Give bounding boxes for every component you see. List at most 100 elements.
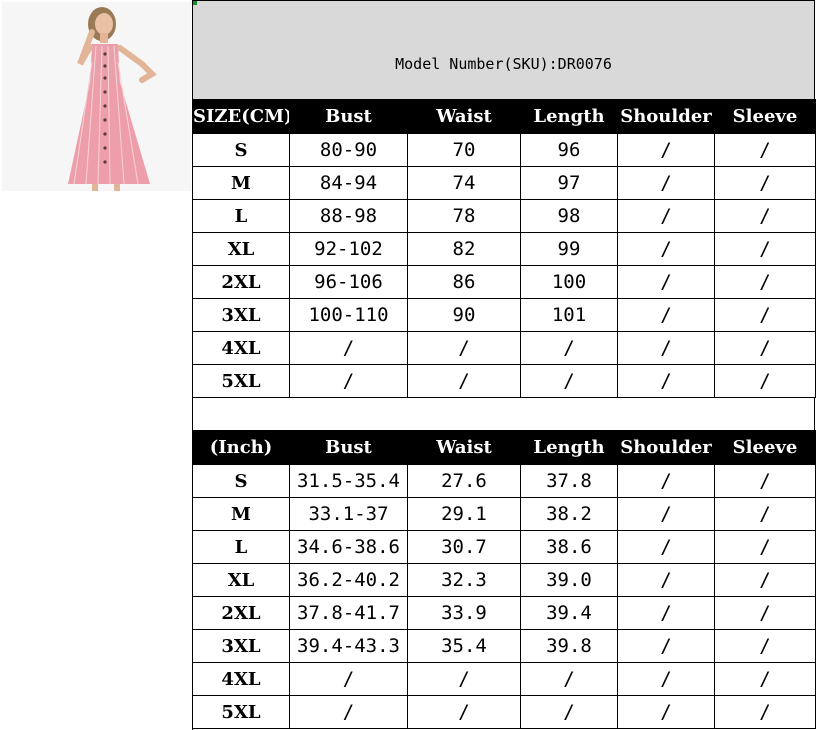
table-row: 3XL 39.4-43.3 35.4 39.8//	[192, 629, 816, 663]
value-cell: /	[714, 298, 816, 332]
value-cell: /	[617, 298, 715, 332]
value-cell: /	[714, 464, 816, 498]
table-row: 5XL / / / / /	[192, 364, 816, 398]
value-cell: /	[617, 364, 715, 398]
table-row: XL 36.2-40.2 32.3 39.0//	[192, 563, 816, 597]
size-cell: 2XL	[192, 265, 290, 299]
value-cell: 84-94	[289, 166, 408, 200]
size-cell: XL	[192, 563, 290, 597]
size-cell: M	[192, 497, 290, 531]
value-cell: 39.4	[520, 596, 618, 630]
value-cell: /	[617, 629, 715, 663]
value-cell: /	[617, 464, 715, 498]
size-cell: 3XL	[192, 629, 290, 663]
value-cell: /	[714, 265, 816, 299]
value-cell: 99	[520, 232, 618, 266]
value-cell: 38.2	[520, 497, 618, 531]
value-cell: 30.7	[407, 530, 521, 564]
value-cell: /	[714, 133, 816, 167]
size-cell: 5XL	[192, 695, 290, 729]
value-cell: 90	[407, 298, 521, 332]
table-row: L 34.6-38.6 30.7 38.6//	[192, 530, 816, 564]
value-cell: 96	[520, 133, 618, 167]
value-cell: /	[289, 364, 408, 398]
value-cell: /	[407, 695, 521, 729]
value-cell: /	[714, 695, 816, 729]
value-cell: 88-98	[289, 199, 408, 233]
value-cell: /	[714, 596, 816, 630]
value-cell: 80-90	[289, 133, 408, 167]
value-cell: /	[714, 364, 816, 398]
value-cell: /	[617, 166, 715, 200]
value-cell: /	[617, 199, 715, 233]
model-number-text: Model Number(SKU):DR0076	[395, 55, 612, 73]
table-row: 4XL / / / / /	[192, 331, 816, 365]
value-cell: /	[714, 199, 816, 233]
value-cell: 39.4-43.3	[289, 629, 408, 663]
value-cell: /	[617, 695, 715, 729]
value-cell: 74	[407, 166, 521, 200]
value-cell: /	[289, 695, 408, 729]
table-row: M 33.1-37 29.1 38.2//	[192, 497, 816, 531]
value-cell: 100-110	[289, 298, 408, 332]
value-cell: 97	[520, 166, 618, 200]
value-cell: /	[520, 331, 618, 365]
value-cell: /	[714, 232, 816, 266]
value-cell: 37.8-41.7	[289, 596, 408, 630]
value-cell: 37.8	[520, 464, 618, 498]
size-cell: 5XL	[192, 364, 290, 398]
size-cell: L	[192, 199, 290, 233]
size-cell: L	[192, 530, 290, 564]
value-cell: 82	[407, 232, 521, 266]
table-row: L 88-98 78 98//	[192, 199, 816, 233]
table-spacer	[192, 397, 815, 430]
size-cell: M	[192, 166, 290, 200]
value-cell: 39.8	[520, 629, 618, 663]
table-row: 4XL / / / / /	[192, 662, 816, 696]
value-cell: /	[520, 695, 618, 729]
value-cell: /	[617, 331, 715, 365]
value-cell: 33.1-37	[289, 497, 408, 531]
header-cell: SIZE(CM)	[192, 99, 290, 134]
value-cell: /	[617, 596, 715, 630]
size-chart: Model Number(SKU):DR0076 SIZE(CM) Bust W…	[192, 0, 818, 730]
product-photo	[2, 2, 191, 191]
value-cell: 100	[520, 265, 618, 299]
value-cell: 34.6-38.6	[289, 530, 408, 564]
value-cell: /	[714, 530, 816, 564]
header-cell: (Inch)	[192, 430, 290, 465]
value-cell: 36.2-40.2	[289, 563, 408, 597]
header-cell: Waist	[407, 430, 521, 465]
value-cell: 38.6	[520, 530, 618, 564]
size-cell: XL	[192, 232, 290, 266]
table-row: 5XL / / / / /	[192, 695, 816, 729]
value-cell: /	[617, 497, 715, 531]
header-cell: Length	[520, 99, 618, 134]
value-cell: 96-106	[289, 265, 408, 299]
header-cell: Bust	[289, 99, 408, 134]
table-header-row: (Inch) Bust Waist Length Shoulder Sleeve	[192, 430, 816, 465]
value-cell: /	[407, 331, 521, 365]
value-cell: 39.0	[520, 563, 618, 597]
value-cell: /	[520, 364, 618, 398]
model-number-banner: Model Number(SKU):DR0076	[192, 0, 815, 99]
model-in-pink-dress-image	[2, 2, 191, 191]
table-row: S 80-90 70 96//	[192, 133, 816, 167]
header-cell: Shoulder	[617, 430, 715, 465]
table-row: 3XL 100-110 90 101//	[192, 298, 816, 332]
value-cell: /	[617, 232, 715, 266]
size-cell: 3XL	[192, 298, 290, 332]
value-cell: 29.1	[407, 497, 521, 531]
size-cell: 2XL	[192, 596, 290, 630]
value-cell: /	[714, 166, 816, 200]
size-cell: 4XL	[192, 662, 290, 696]
value-cell: /	[617, 133, 715, 167]
header-cell: Shoulder	[617, 99, 715, 134]
value-cell: /	[289, 331, 408, 365]
header-cell: Sleeve	[714, 430, 816, 465]
value-cell: 33.9	[407, 596, 521, 630]
table-row: M 84-94 74 97//	[192, 166, 816, 200]
value-cell: 35.4	[407, 629, 521, 663]
size-cell: S	[192, 133, 290, 167]
value-cell: /	[617, 563, 715, 597]
